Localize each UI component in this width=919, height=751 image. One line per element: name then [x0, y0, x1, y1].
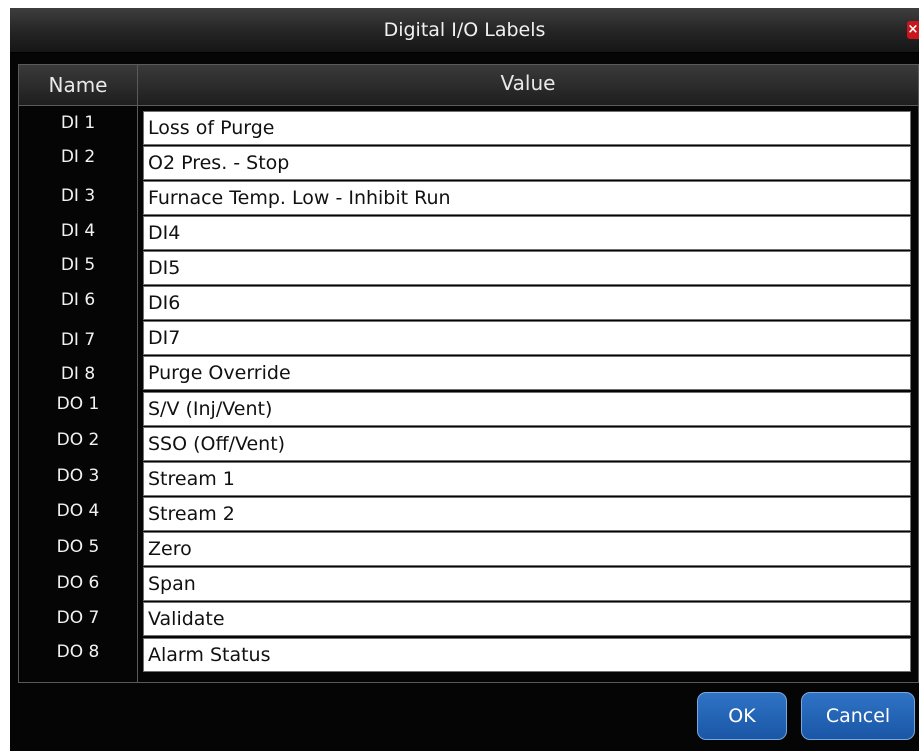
digital-io-labels-dialog: Digital I/O Labels × Name Value DI 1 Loss… — [10, 8, 919, 751]
row-name-label: DO 2 — [56, 430, 100, 450]
row-name-label: DO 1 — [56, 394, 100, 414]
row-name-label: DO 7 — [56, 608, 100, 628]
column-header-value: Value — [500, 71, 556, 95]
row-name-label: DI 2 — [60, 147, 96, 167]
row-name-label: DI 1 — [60, 113, 96, 133]
row-value-field[interactable]: Span — [143, 567, 911, 601]
row-value-field[interactable]: Validate — [143, 602, 911, 636]
row-name-label: DI 6 — [60, 290, 96, 310]
row-value-field[interactable]: Stream 2 — [143, 497, 911, 531]
row-value-field[interactable]: Purge Override — [143, 356, 911, 390]
cancel-button[interactable]: Cancel — [801, 692, 915, 740]
row-name-label: DO 6 — [56, 573, 100, 593]
row-value-field[interactable]: Furnace Temp. Low - Inhibit Run — [143, 181, 911, 215]
ok-button[interactable]: OK — [697, 692, 787, 740]
row-value-field[interactable]: Alarm Status — [143, 638, 911, 672]
row-name-label: DI 3 — [60, 186, 96, 206]
row-value-field[interactable]: S/V (Inj/Vent) — [143, 392, 911, 426]
row-name-label: DI 5 — [60, 255, 96, 275]
row-value-field[interactable]: DI4 — [143, 216, 911, 250]
row-value-field[interactable]: Stream 1 — [143, 462, 911, 496]
row-value-field[interactable]: DI7 — [143, 321, 911, 355]
row-name-label: DO 8 — [56, 642, 100, 662]
row-value-field[interactable]: O2 Pres. - Stop — [143, 146, 911, 180]
row-name-label: DO 5 — [56, 537, 100, 557]
row-value-field[interactable]: Loss of Purge — [143, 111, 911, 145]
table-header: Name Value — [19, 65, 918, 106]
row-value-field[interactable]: DI5 — [143, 251, 911, 285]
dialog-title: Digital I/O Labels — [383, 19, 546, 41]
close-icon[interactable]: × — [907, 21, 919, 39]
row-name-label: DI 4 — [60, 221, 96, 241]
row-name-label: DI 8 — [60, 364, 96, 384]
row-value-field[interactable]: Zero — [143, 532, 911, 566]
column-header-name: Name — [19, 65, 138, 105]
title-bar[interactable]: Digital I/O Labels × — [10, 8, 919, 53]
row-value-field[interactable]: SSO (Off/Vent) — [143, 427, 911, 461]
row-name-label: DI 7 — [60, 330, 96, 350]
row-value-field[interactable]: DI6 — [143, 286, 911, 320]
row-name-label: DO 4 — [56, 501, 100, 521]
row-name-label: DO 3 — [56, 466, 100, 486]
